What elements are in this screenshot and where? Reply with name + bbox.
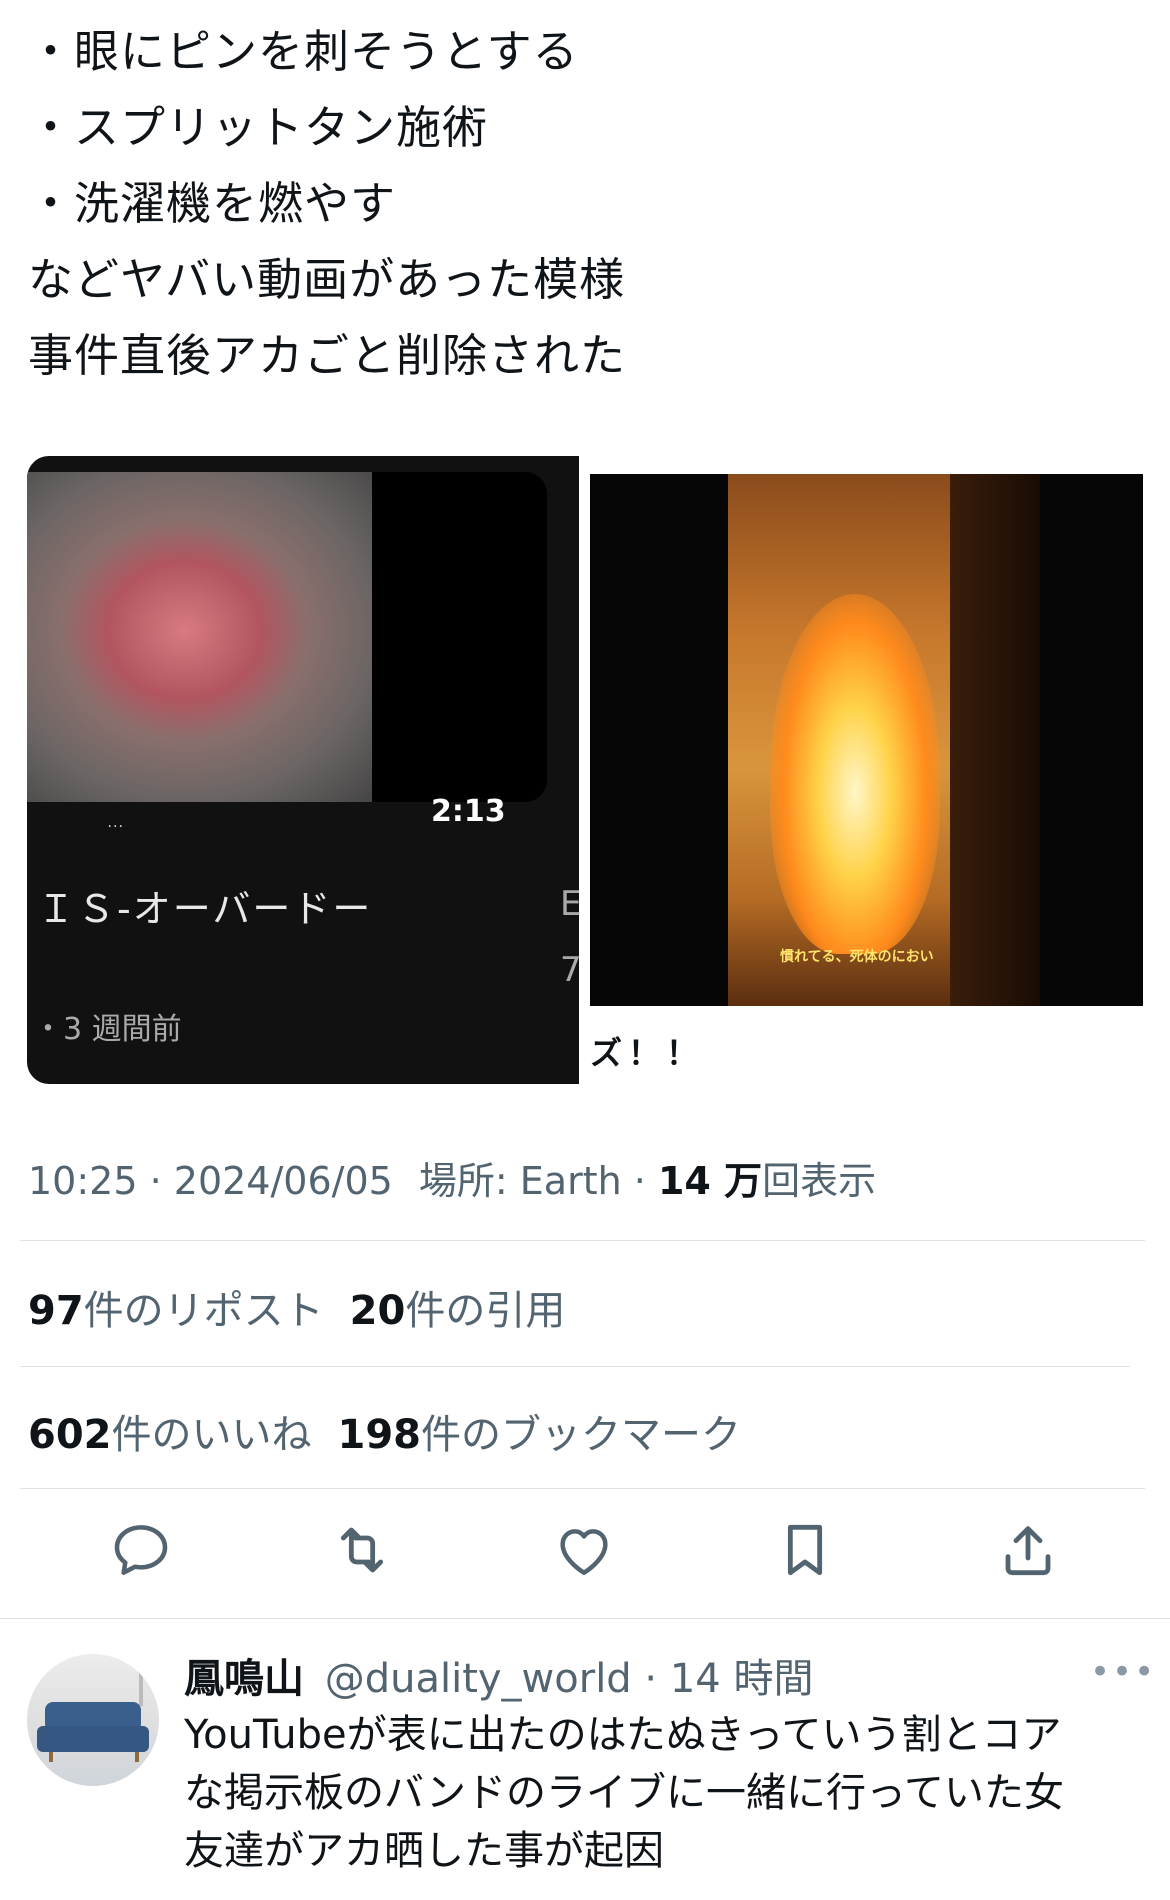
separator: · xyxy=(631,1656,670,1702)
share-button[interactable] xyxy=(996,1518,1060,1582)
divider xyxy=(20,1488,1145,1489)
reply-text: YouTubeが表に出たのはたぬきっていう割とコア な掲示板のバンドのライブに一… xyxy=(184,1706,1144,1880)
quotes-label: 件の引用 xyxy=(405,1288,566,1334)
divider xyxy=(0,1618,1170,1619)
separator: · xyxy=(633,1159,658,1203)
divider xyxy=(20,1240,1145,1241)
views-label: 回表示 xyxy=(762,1159,877,1203)
tweet-date[interactable]: 2024/06/05 xyxy=(174,1159,393,1203)
bookmarks-count: 198 xyxy=(337,1412,422,1458)
avatar[interactable] xyxy=(27,1654,159,1786)
stats-row-likes: 602件のいいね 198件のブックマーク xyxy=(28,1402,741,1460)
bookmark-button[interactable] xyxy=(773,1518,837,1582)
share-icon xyxy=(1005,1526,1051,1576)
tweet-time[interactable]: 10:25 xyxy=(28,1159,138,1203)
reply-button[interactable] xyxy=(109,1518,173,1582)
tweet-line: などヤバい動画があった模様 xyxy=(28,253,626,306)
sofa-leg xyxy=(135,1752,139,1762)
like-button[interactable] xyxy=(552,1518,616,1582)
video-thumbnail: ･･･ xyxy=(27,472,377,833)
video-duration: 2:13 xyxy=(431,794,506,829)
likes-count: 602 xyxy=(28,1412,112,1458)
media-image-left[interactable]: ･･･ 2:13 ＩＳ‑オーバードー ・3 週間前 xyxy=(27,456,579,1084)
views-count: 14 万 xyxy=(657,1159,763,1203)
fire-image: 慣れてる、死体のにおい xyxy=(590,474,1143,1006)
media-image-right[interactable]: 慣れてる、死体のにおい ズ！！ xyxy=(590,456,1143,1084)
lamp-shape xyxy=(139,1666,143,1706)
retweet-button[interactable] xyxy=(330,1518,394,1582)
tweet-line: ・眼にピンを刺そうとする xyxy=(28,25,579,78)
door-shape xyxy=(950,474,1040,1006)
reply-line: な掲示板のバンドのライブに一緒に行っていた女 xyxy=(184,1770,1064,1816)
tweet-line: ・スプリットタン施術 xyxy=(28,101,489,154)
tweet-line: ・洗濯機を燃やす xyxy=(28,177,397,230)
quotes-count: 20 xyxy=(349,1288,406,1334)
reposts-label: 件のリポスト xyxy=(83,1288,324,1334)
reply-line: YouTubeが表に出たのはたぬきっていう割とコア xyxy=(184,1712,1062,1758)
separator: · xyxy=(149,1159,174,1203)
tweet-text: ・眼にピンを刺そうとする ・スプリットタン施術 ・洗濯機を燃やす などヤバい動画… xyxy=(28,14,1128,394)
reply-time[interactable]: 14 時間 xyxy=(670,1656,814,1702)
reply-header: 鳳鳴山 @duality_world · 14 時間 xyxy=(184,1646,813,1704)
reposts-link[interactable]: 97件のリポスト xyxy=(28,1288,324,1334)
reply-line: 友達がアカ晒した事が起因 xyxy=(184,1828,664,1874)
reply-tweet[interactable]: 鳳鳴山 @duality_world · 14 時間 ••• YouTubeが表… xyxy=(0,1622,1170,1900)
likes-link[interactable]: 602件のいいね xyxy=(28,1412,312,1458)
likes-label: 件のいいね xyxy=(111,1412,312,1458)
stats-row-reposts: 97件のリポスト 20件の引用 xyxy=(28,1278,565,1336)
edge-char: E xyxy=(560,884,582,924)
bookmark-icon xyxy=(787,1524,823,1576)
thumbnail-dark-area xyxy=(372,472,547,802)
like-icon xyxy=(560,1529,608,1575)
sofa-leg xyxy=(49,1752,53,1762)
reply-icon xyxy=(114,1525,168,1575)
flame-shape xyxy=(770,594,940,954)
divider xyxy=(20,1366,1130,1367)
bookmarks-link[interactable]: 198件のブックマーク xyxy=(338,1412,742,1458)
fire-below-text: ズ！！ xyxy=(590,1034,705,1072)
tweet-meta: 10:25 · 2024/06/05 場所: Earth · 14 万回表示 xyxy=(28,1150,876,1205)
tweet-line: 事件直後アカごと削除された xyxy=(28,329,627,382)
more-options-icon[interactable]: ••• xyxy=(1090,1652,1156,1692)
video-title: ＩＳ‑オーバードー xyxy=(37,887,373,931)
tweet-location: 場所: Earth xyxy=(418,1159,622,1203)
reposts-count: 97 xyxy=(28,1288,84,1334)
sofa-seat-shape xyxy=(37,1726,149,1752)
reply-author-handle[interactable]: @duality_world xyxy=(325,1656,632,1702)
fire-caption: 慣れてる、死体のにおい xyxy=(780,949,934,965)
edge-char: 7 xyxy=(560,950,582,990)
quotes-link[interactable]: 20件の引用 xyxy=(350,1288,566,1334)
video-meta: ・3 週間前 xyxy=(33,1012,182,1047)
bookmarks-label: 件のブックマーク xyxy=(421,1412,741,1458)
thumbnail-caption: ･･･ xyxy=(107,820,124,833)
retweet-icon xyxy=(340,1527,384,1573)
reply-author-name[interactable]: 鳳鳴山 xyxy=(184,1656,304,1702)
